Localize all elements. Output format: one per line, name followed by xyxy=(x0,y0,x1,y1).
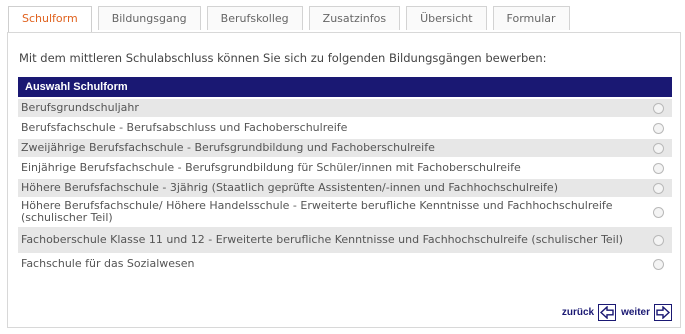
option-label: Berufsfachschule - Berufsabschluss und F… xyxy=(21,121,348,134)
back-label: zurück xyxy=(561,307,595,318)
back-button[interactable]: zurück xyxy=(561,304,617,321)
option-radio[interactable] xyxy=(653,162,664,174)
arrow-left-icon[interactable] xyxy=(598,304,617,321)
option-radio[interactable] xyxy=(653,258,664,270)
option-row[interactable]: Höhere Berufsfachschule - 3jährig (Staat… xyxy=(18,179,672,197)
option-label: Fachschule für das Sozialwesen xyxy=(21,257,195,270)
option-radio[interactable] xyxy=(653,122,664,134)
next-label: weiter xyxy=(621,307,650,318)
option-label: Höhere Berufsfachschule - 3jährig (Staat… xyxy=(21,181,558,194)
tab-zusatzinfos[interactable]: Zusatzinfos xyxy=(308,6,401,30)
wizard-navigation: zurück weiter xyxy=(562,304,672,321)
option-row[interactable]: Einjährige Berufsfachschule - Berufsgrun… xyxy=(18,159,672,177)
option-radio[interactable] xyxy=(653,234,664,246)
tab-uebersicht[interactable]: Übersicht xyxy=(406,6,487,30)
option-label: Zweijährige Berufsfachschule - Berufsgru… xyxy=(21,141,435,154)
tab-formular[interactable]: Formular xyxy=(492,6,570,30)
schulform-table: Auswahl Schulform Berufsgrundschuljahr B… xyxy=(18,77,672,275)
option-row[interactable]: Höhere Berufsfachschule/ Höhere Handelss… xyxy=(18,199,672,225)
option-label: Berufsgrundschuljahr xyxy=(21,101,139,114)
option-label: Einjährige Berufsfachschule - Berufsgrun… xyxy=(21,161,521,174)
next-button[interactable]: weiter xyxy=(621,304,672,321)
option-radio[interactable] xyxy=(653,206,664,218)
content-panel: Mit dem mittleren Schulabschluss können … xyxy=(7,32,681,328)
tab-schulform[interactable]: Schulform xyxy=(8,6,92,33)
option-row[interactable]: Fachschule für das Sozialwesen xyxy=(18,255,672,273)
intro-text: Mit dem mittleren Schulabschluss können … xyxy=(19,51,547,65)
tab-bildungsgang[interactable]: Bildungsgang xyxy=(97,6,201,30)
option-label: Höhere Berufsfachschule/ Höhere Handelss… xyxy=(21,199,613,224)
arrow-right-icon[interactable] xyxy=(654,304,672,321)
option-row[interactable]: Berufsgrundschuljahr xyxy=(18,99,672,117)
table-header: Auswahl Schulform xyxy=(18,77,672,97)
option-radio[interactable] xyxy=(653,142,664,154)
option-radio[interactable] xyxy=(653,102,664,114)
option-row[interactable]: Fachoberschule Klasse 11 und 12 - Erweit… xyxy=(18,227,672,253)
option-label: Fachoberschule Klasse 11 und 12 - Erweit… xyxy=(21,233,624,246)
option-radio[interactable] xyxy=(653,182,664,194)
tab-berufskolleg[interactable]: Berufskolleg xyxy=(206,6,303,30)
option-row[interactable]: Zweijährige Berufsfachschule - Berufsgru… xyxy=(18,139,672,157)
option-row[interactable]: Berufsfachschule - Berufsabschluss und F… xyxy=(18,119,672,137)
tab-bar: Schulform Bildungsgang Berufskolleg Zusa… xyxy=(8,6,570,33)
